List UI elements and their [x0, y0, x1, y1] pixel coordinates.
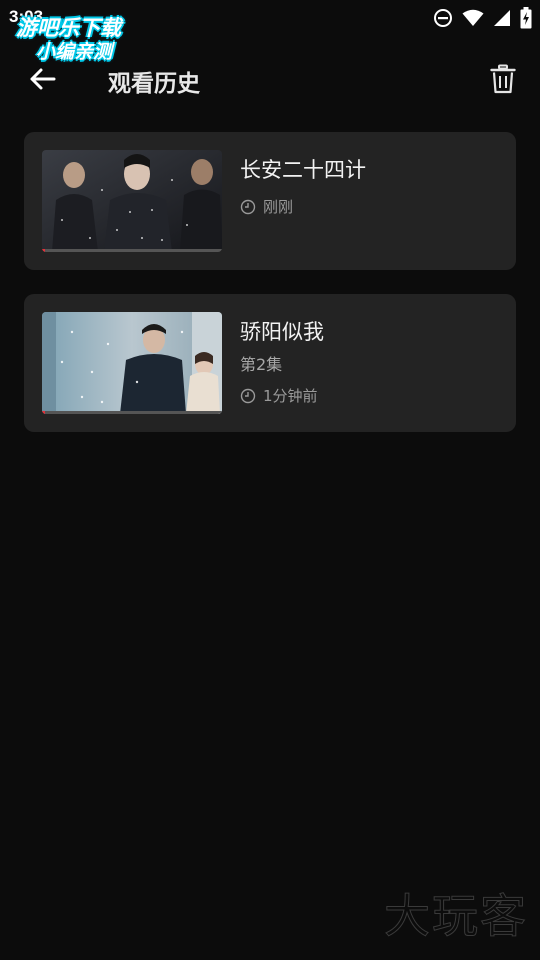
signal-icon	[494, 10, 510, 26]
clock-icon	[240, 199, 256, 214]
watched-time: 刚刚	[240, 196, 293, 217]
watch-progress	[42, 411, 222, 414]
watch-progress	[42, 249, 222, 252]
back-button[interactable]	[24, 63, 60, 95]
history-item[interactable]: 长安二十四计 刚刚	[24, 132, 516, 270]
wifi-icon	[462, 9, 484, 26]
video-title: 长安二十四计	[240, 158, 366, 182]
video-thumbnail	[42, 150, 222, 252]
watched-time-text: 1分钟前	[263, 387, 318, 405]
clock-icon	[240, 388, 256, 403]
app-header: 观看历史	[0, 52, 540, 108]
arrow-left-icon	[30, 68, 56, 90]
history-list: 长安二十四计 刚刚 骄阳似我 第2集 1分钟前	[24, 132, 516, 456]
watched-time: 1分钟前	[240, 385, 318, 406]
episode-label: 第2集	[240, 355, 283, 374]
trash-icon	[490, 64, 516, 94]
page-title: 观看历史	[108, 71, 200, 97]
history-item[interactable]: 骄阳似我 第2集 1分钟前	[24, 294, 516, 432]
video-title: 骄阳似我	[240, 320, 324, 344]
watched-time-text: 刚刚	[263, 198, 294, 216]
dnd-icon	[434, 9, 452, 27]
battery-charging-icon	[520, 7, 532, 29]
watermark-text: 大玩客	[384, 889, 528, 944]
clear-history-button[interactable]	[488, 63, 518, 95]
status-icons	[433, 6, 532, 30]
video-thumbnail	[42, 312, 222, 414]
